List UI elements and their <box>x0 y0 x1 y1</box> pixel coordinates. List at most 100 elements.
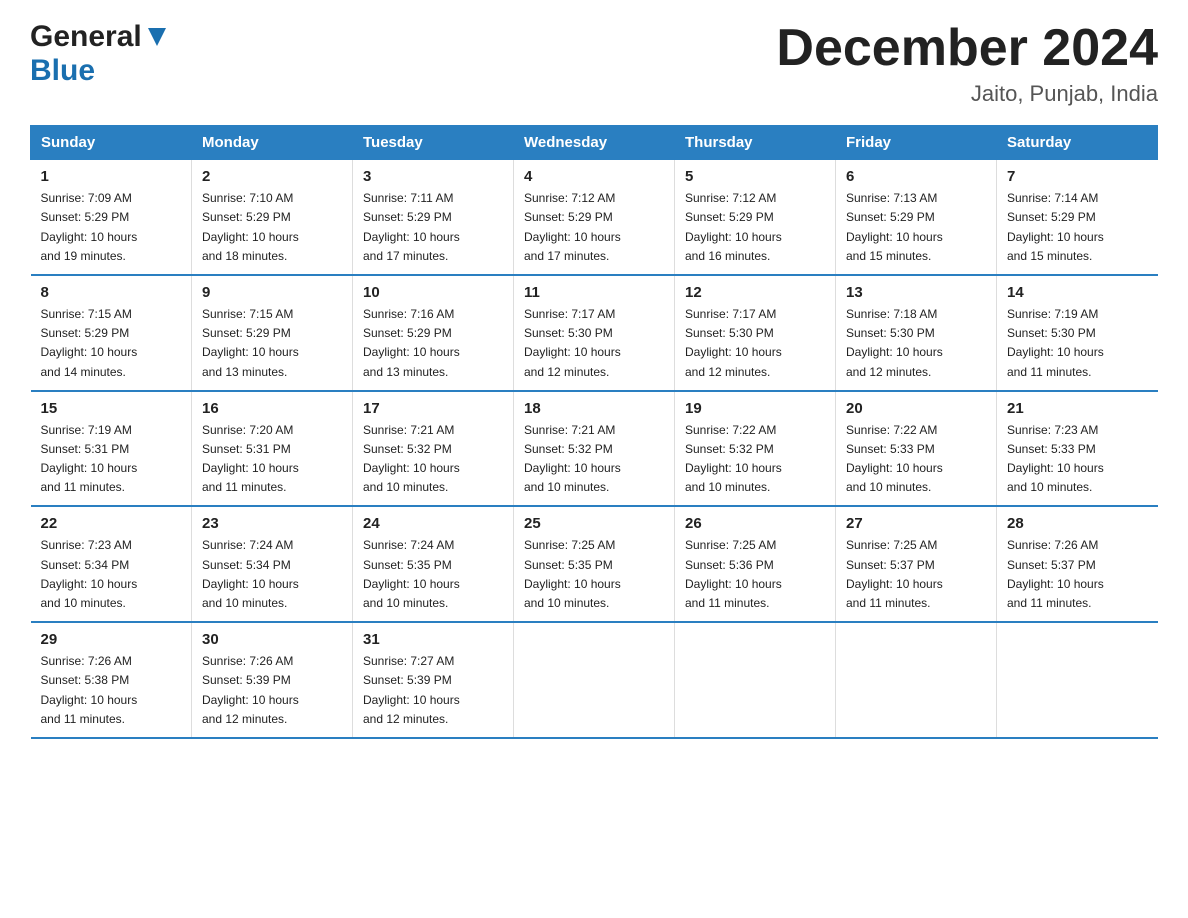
table-row: 5 Sunrise: 7:12 AM Sunset: 5:29 PM Dayli… <box>675 160 836 275</box>
calendar-week-row: 8 Sunrise: 7:15 AM Sunset: 5:29 PM Dayli… <box>31 275 1158 391</box>
month-title: December 2024 <box>776 20 1158 77</box>
day-info: Sunrise: 7:16 AM Sunset: 5:29 PM Dayligh… <box>363 305 503 382</box>
day-info: Sunrise: 7:12 AM Sunset: 5:29 PM Dayligh… <box>524 189 664 266</box>
table-row: 31 Sunrise: 7:27 AM Sunset: 5:39 PM Dayl… <box>353 622 514 738</box>
day-info: Sunrise: 7:19 AM Sunset: 5:31 PM Dayligh… <box>41 421 182 498</box>
day-info: Sunrise: 7:13 AM Sunset: 5:29 PM Dayligh… <box>846 189 986 266</box>
day-number: 11 <box>524 284 664 301</box>
header-tuesday: Tuesday <box>353 126 514 160</box>
calendar-table: Sunday Monday Tuesday Wednesday Thursday… <box>30 125 1158 739</box>
table-row <box>514 622 675 738</box>
table-row: 23 Sunrise: 7:24 AM Sunset: 5:34 PM Dayl… <box>192 506 353 622</box>
table-row: 13 Sunrise: 7:18 AM Sunset: 5:30 PM Dayl… <box>836 275 997 391</box>
day-number: 15 <box>41 400 182 417</box>
table-row: 14 Sunrise: 7:19 AM Sunset: 5:30 PM Dayl… <box>997 275 1158 391</box>
table-row: 28 Sunrise: 7:26 AM Sunset: 5:37 PM Dayl… <box>997 506 1158 622</box>
day-info: Sunrise: 7:24 AM Sunset: 5:35 PM Dayligh… <box>363 536 503 613</box>
day-number: 7 <box>1007 168 1148 185</box>
day-info: Sunrise: 7:21 AM Sunset: 5:32 PM Dayligh… <box>524 421 664 498</box>
day-number: 27 <box>846 515 986 532</box>
logo-general-text: General <box>30 20 142 54</box>
day-number: 1 <box>41 168 182 185</box>
day-info: Sunrise: 7:25 AM Sunset: 5:36 PM Dayligh… <box>685 536 825 613</box>
day-info: Sunrise: 7:26 AM Sunset: 5:39 PM Dayligh… <box>202 652 342 729</box>
day-number: 17 <box>363 400 503 417</box>
table-row: 15 Sunrise: 7:19 AM Sunset: 5:31 PM Dayl… <box>31 391 192 507</box>
calendar-week-row: 29 Sunrise: 7:26 AM Sunset: 5:38 PM Dayl… <box>31 622 1158 738</box>
day-info: Sunrise: 7:25 AM Sunset: 5:35 PM Dayligh… <box>524 536 664 613</box>
table-row: 17 Sunrise: 7:21 AM Sunset: 5:32 PM Dayl… <box>353 391 514 507</box>
table-row: 20 Sunrise: 7:22 AM Sunset: 5:33 PM Dayl… <box>836 391 997 507</box>
day-number: 5 <box>685 168 825 185</box>
page-header: General Blue December 2024 Jaito, Punjab… <box>30 20 1158 107</box>
table-row: 4 Sunrise: 7:12 AM Sunset: 5:29 PM Dayli… <box>514 160 675 275</box>
day-number: 16 <box>202 400 342 417</box>
calendar-week-row: 22 Sunrise: 7:23 AM Sunset: 5:34 PM Dayl… <box>31 506 1158 622</box>
table-row <box>836 622 997 738</box>
day-info: Sunrise: 7:12 AM Sunset: 5:29 PM Dayligh… <box>685 189 825 266</box>
table-row: 8 Sunrise: 7:15 AM Sunset: 5:29 PM Dayli… <box>31 275 192 391</box>
day-info: Sunrise: 7:23 AM Sunset: 5:34 PM Dayligh… <box>41 536 182 613</box>
table-row: 18 Sunrise: 7:21 AM Sunset: 5:32 PM Dayl… <box>514 391 675 507</box>
day-info: Sunrise: 7:26 AM Sunset: 5:37 PM Dayligh… <box>1007 536 1148 613</box>
table-row <box>997 622 1158 738</box>
day-number: 13 <box>846 284 986 301</box>
day-info: Sunrise: 7:11 AM Sunset: 5:29 PM Dayligh… <box>363 189 503 266</box>
day-number: 10 <box>363 284 503 301</box>
day-number: 3 <box>363 168 503 185</box>
day-number: 2 <box>202 168 342 185</box>
calendar-week-row: 1 Sunrise: 7:09 AM Sunset: 5:29 PM Dayli… <box>31 160 1158 275</box>
day-number: 30 <box>202 631 342 648</box>
table-row: 10 Sunrise: 7:16 AM Sunset: 5:29 PM Dayl… <box>353 275 514 391</box>
logo-blue-text: Blue <box>30 54 95 87</box>
day-number: 22 <box>41 515 182 532</box>
table-row: 9 Sunrise: 7:15 AM Sunset: 5:29 PM Dayli… <box>192 275 353 391</box>
day-info: Sunrise: 7:25 AM Sunset: 5:37 PM Dayligh… <box>846 536 986 613</box>
calendar-week-row: 15 Sunrise: 7:19 AM Sunset: 5:31 PM Dayl… <box>31 391 1158 507</box>
header-thursday: Thursday <box>675 126 836 160</box>
day-info: Sunrise: 7:20 AM Sunset: 5:31 PM Dayligh… <box>202 421 342 498</box>
table-row <box>675 622 836 738</box>
day-info: Sunrise: 7:15 AM Sunset: 5:29 PM Dayligh… <box>41 305 182 382</box>
table-row: 21 Sunrise: 7:23 AM Sunset: 5:33 PM Dayl… <box>997 391 1158 507</box>
day-number: 29 <box>41 631 182 648</box>
day-number: 25 <box>524 515 664 532</box>
title-block: December 2024 Jaito, Punjab, India <box>776 20 1158 107</box>
day-info: Sunrise: 7:21 AM Sunset: 5:32 PM Dayligh… <box>363 421 503 498</box>
header-friday: Friday <box>836 126 997 160</box>
day-number: 18 <box>524 400 664 417</box>
table-row: 12 Sunrise: 7:17 AM Sunset: 5:30 PM Dayl… <box>675 275 836 391</box>
calendar-header-row: Sunday Monday Tuesday Wednesday Thursday… <box>31 126 1158 160</box>
day-number: 21 <box>1007 400 1148 417</box>
logo-arrow-icon <box>146 26 168 53</box>
day-number: 14 <box>1007 284 1148 301</box>
day-info: Sunrise: 7:22 AM Sunset: 5:32 PM Dayligh… <box>685 421 825 498</box>
day-number: 26 <box>685 515 825 532</box>
day-info: Sunrise: 7:22 AM Sunset: 5:33 PM Dayligh… <box>846 421 986 498</box>
header-wednesday: Wednesday <box>514 126 675 160</box>
day-info: Sunrise: 7:23 AM Sunset: 5:33 PM Dayligh… <box>1007 421 1148 498</box>
table-row: 30 Sunrise: 7:26 AM Sunset: 5:39 PM Dayl… <box>192 622 353 738</box>
day-info: Sunrise: 7:14 AM Sunset: 5:29 PM Dayligh… <box>1007 189 1148 266</box>
day-info: Sunrise: 7:17 AM Sunset: 5:30 PM Dayligh… <box>524 305 664 382</box>
day-number: 24 <box>363 515 503 532</box>
day-number: 6 <box>846 168 986 185</box>
table-row: 11 Sunrise: 7:17 AM Sunset: 5:30 PM Dayl… <box>514 275 675 391</box>
day-info: Sunrise: 7:10 AM Sunset: 5:29 PM Dayligh… <box>202 189 342 266</box>
day-info: Sunrise: 7:24 AM Sunset: 5:34 PM Dayligh… <box>202 536 342 613</box>
day-info: Sunrise: 7:26 AM Sunset: 5:38 PM Dayligh… <box>41 652 182 729</box>
table-row: 22 Sunrise: 7:23 AM Sunset: 5:34 PM Dayl… <box>31 506 192 622</box>
day-info: Sunrise: 7:19 AM Sunset: 5:30 PM Dayligh… <box>1007 305 1148 382</box>
header-saturday: Saturday <box>997 126 1158 160</box>
day-number: 28 <box>1007 515 1148 532</box>
table-row: 6 Sunrise: 7:13 AM Sunset: 5:29 PM Dayli… <box>836 160 997 275</box>
day-number: 9 <box>202 284 342 301</box>
table-row: 25 Sunrise: 7:25 AM Sunset: 5:35 PM Dayl… <box>514 506 675 622</box>
table-row: 16 Sunrise: 7:20 AM Sunset: 5:31 PM Dayl… <box>192 391 353 507</box>
table-row: 1 Sunrise: 7:09 AM Sunset: 5:29 PM Dayli… <box>31 160 192 275</box>
day-number: 8 <box>41 284 182 301</box>
day-number: 4 <box>524 168 664 185</box>
location: Jaito, Punjab, India <box>776 81 1158 107</box>
day-number: 19 <box>685 400 825 417</box>
day-info: Sunrise: 7:17 AM Sunset: 5:30 PM Dayligh… <box>685 305 825 382</box>
